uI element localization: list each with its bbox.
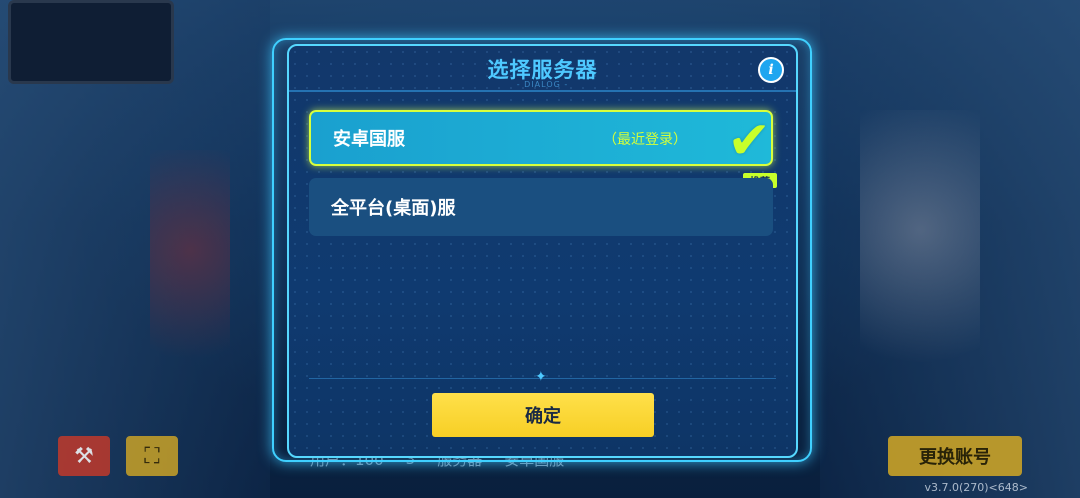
confirm-button[interactable]: 确定: [432, 393, 654, 437]
version-label: v3.7.0(270)<648>: [924, 481, 1028, 494]
tools-button[interactable]: ⚒: [58, 436, 110, 476]
server-name: 安卓国服: [333, 129, 405, 150]
dialog-subtitle: - DIALOG -: [516, 80, 569, 89]
recent-login-tag: （最近登录）: [603, 132, 687, 148]
server-select-dialog: 选择服务器 - DIALOG - i 安卓国服 （最近登录） ✔ 推荐 全平台(…: [287, 44, 798, 458]
scan-button[interactable]: ⛶: [126, 436, 178, 476]
server-option-android[interactable]: 安卓国服 （最近登录） ✔: [309, 110, 773, 171]
server-option-all-platform[interactable]: 全平台(桌面)服: [309, 178, 773, 236]
header-divider: [289, 90, 796, 92]
info-icon: i: [768, 62, 774, 78]
info-button[interactable]: i: [758, 57, 784, 83]
tools-icon: ⚒: [74, 443, 94, 469]
divider-star-icon: ✦: [535, 369, 547, 385]
server-name: 全平台(桌面)服: [331, 198, 456, 219]
checkmark-icon: ✔: [727, 111, 771, 171]
switch-account-button[interactable]: 更换账号: [888, 436, 1022, 476]
scan-icon: ⛶: [144, 443, 160, 469]
